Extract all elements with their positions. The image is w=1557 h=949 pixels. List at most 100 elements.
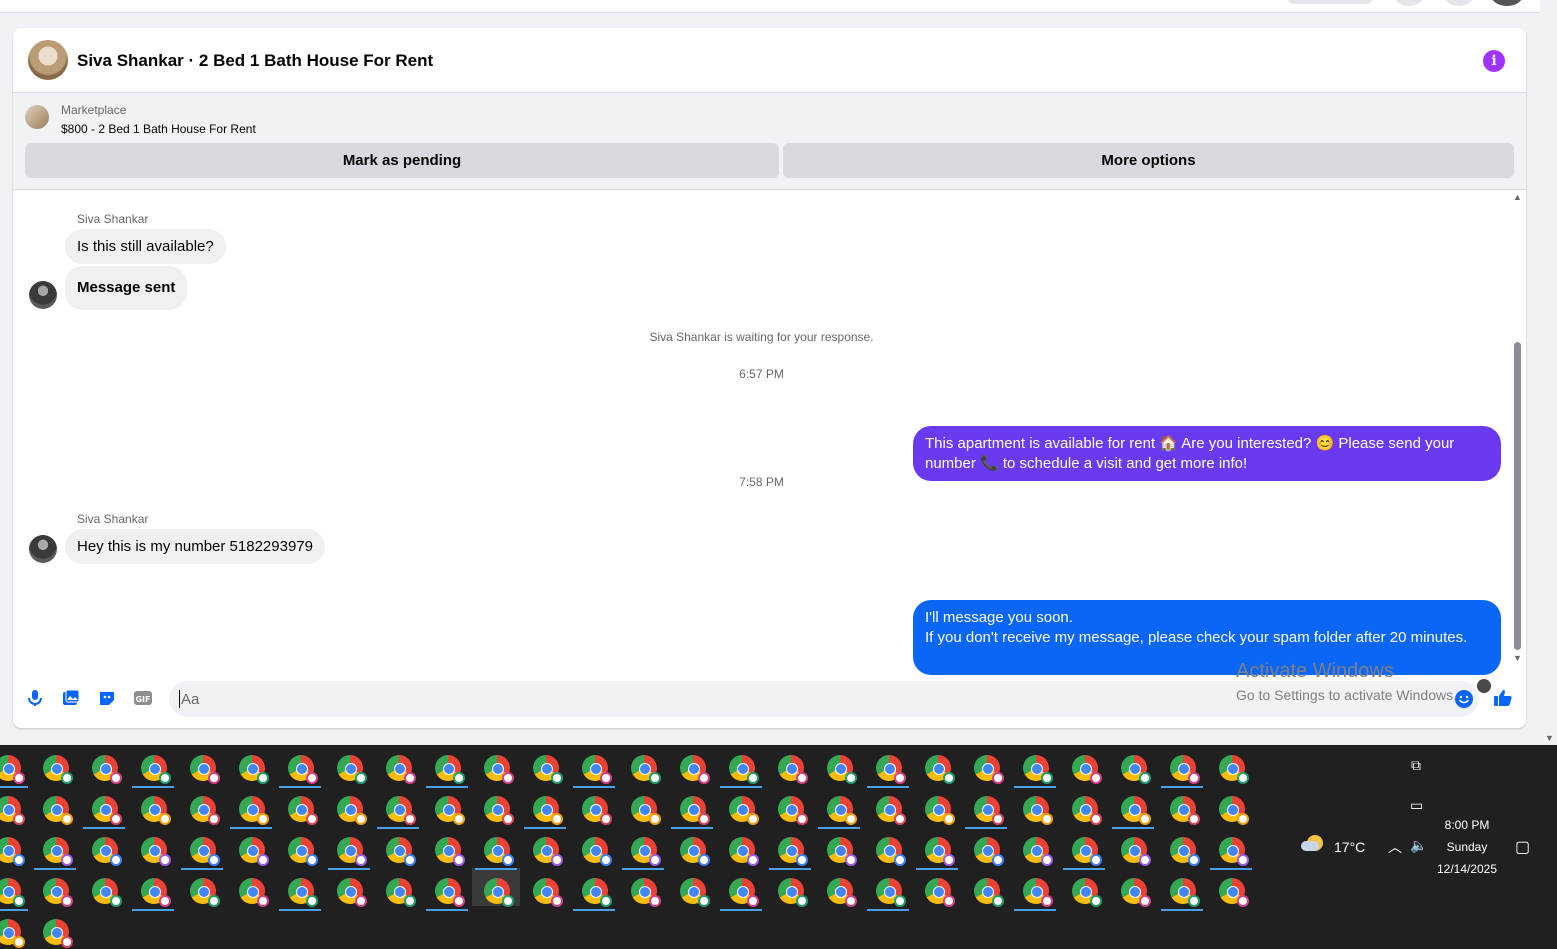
browser-profile-icon[interactable] [631,796,661,825]
scroll-down-arrow-icon[interactable]: ▼ [1545,733,1554,743]
scroll-up-arrow-icon[interactable]: ▲ [1513,192,1522,202]
browser-profile-icon[interactable] [729,755,759,784]
browser-profile-icon[interactable] [1219,878,1249,907]
browser-profile-icon[interactable] [974,837,1004,866]
browser-profile-icon[interactable] [680,837,710,866]
browser-profile-icon[interactable] [435,878,465,907]
nav-icon-stub[interactable] [1443,0,1475,6]
chat-title[interactable]: Siva Shankar · 2 Bed 1 Bath House For Re… [77,51,433,71]
browser-profile-icon[interactable] [141,837,171,866]
meet-now-icon[interactable]: ⧉ [1411,757,1421,774]
browser-profile-icon[interactable] [1023,796,1053,825]
clock-day[interactable]: Sunday [1432,840,1502,854]
browser-profile-icon[interactable] [778,796,808,825]
browser-profile-icon[interactable] [876,755,906,784]
browser-profile-icon[interactable] [778,878,808,907]
browser-profile-icon[interactable] [1121,796,1151,825]
browser-profile-icon[interactable] [1072,796,1102,825]
browser-profile-icon[interactable] [1219,755,1249,784]
browser-profile-icon[interactable] [92,755,122,784]
browser-profile-icon[interactable] [925,755,955,784]
browser-profile-icon[interactable] [0,755,25,784]
browser-profile-icon[interactable] [1170,878,1200,907]
browser-profile-icon[interactable] [43,919,73,948]
clock-time[interactable]: 8:00 PM [1432,818,1502,832]
browser-profile-icon[interactable] [582,878,612,907]
browser-profile-icon[interactable] [1170,837,1200,866]
browser-profile-icon[interactable] [1023,755,1053,784]
browser-profile-icon[interactable] [827,796,857,825]
weather-icon[interactable] [1301,835,1325,855]
browser-profile-icon[interactable] [484,878,514,907]
browser-profile-icon[interactable] [974,755,1004,784]
browser-profile-icon[interactable] [337,878,367,907]
browser-profile-icon[interactable] [729,878,759,907]
browser-profile-icon[interactable] [925,878,955,907]
browser-profile-icon[interactable] [386,755,416,784]
browser-profile-icon[interactable] [386,878,416,907]
browser-profile-icon[interactable] [974,878,1004,907]
browser-profile-icon[interactable] [778,837,808,866]
browser-profile-icon[interactable] [680,878,710,907]
browser-profile-icon[interactable] [337,837,367,866]
browser-profile-icon[interactable] [680,796,710,825]
browser-profile-icon[interactable] [778,755,808,784]
browser-profile-icon[interactable] [631,878,661,907]
browser-profile-icon[interactable] [1121,878,1151,907]
browser-profile-icon[interactable] [288,837,318,866]
browser-profile-icon[interactable] [533,755,563,784]
scrollbar-thumb[interactable] [1514,342,1521,650]
incoming-message[interactable]: Is this still available? [65,229,226,264]
browser-profile-icon[interactable] [680,755,710,784]
browser-profile-icon[interactable] [631,837,661,866]
browser-profile-icon[interactable] [876,796,906,825]
info-icon[interactable]: i [1483,50,1505,72]
network-icon[interactable]: ▭ [1410,797,1423,814]
browser-profile-icon[interactable] [1023,837,1053,866]
browser-profile-icon[interactable] [484,796,514,825]
browser-profile-icon[interactable] [43,837,73,866]
browser-profile-icon[interactable] [0,878,25,907]
browser-profile-icon[interactable] [386,796,416,825]
incoming-message[interactable]: Hey this is my number 5182293979 [65,529,325,564]
browser-profile-icon[interactable] [1072,837,1102,866]
browser-profile-icon[interactable] [484,755,514,784]
microphone-icon[interactable] [25,688,45,708]
browser-profile-icon[interactable] [827,837,857,866]
page-scrollbar[interactable]: ▼ [1541,0,1557,745]
browser-profile-icon[interactable] [190,755,220,784]
emoji-icon[interactable] [1454,689,1474,709]
more-options-button[interactable]: More options [783,143,1514,178]
browser-profile-icon[interactable] [43,755,73,784]
photo-icon[interactable] [61,688,81,708]
browser-profile-icon[interactable] [1219,837,1249,866]
clock-date[interactable]: 12/14/2025 [1432,862,1502,876]
browser-profile-icon[interactable] [190,837,220,866]
browser-profile-icon[interactable] [190,796,220,825]
listing-thumbnail[interactable] [25,105,49,129]
browser-profile-icon[interactable] [92,796,122,825]
browser-profile-icon[interactable] [533,878,563,907]
browser-profile-icon[interactable] [1170,755,1200,784]
browser-profile-icon[interactable] [1219,796,1249,825]
browser-profile-icon[interactable] [288,796,318,825]
browser-profile-icon[interactable] [337,755,367,784]
browser-profile-icon[interactable] [190,878,220,907]
browser-profile-icon[interactable] [1121,755,1151,784]
listing-avatar[interactable] [28,40,68,80]
browser-profile-icon[interactable] [582,796,612,825]
thumbs-up-icon[interactable] [1493,688,1513,708]
mark-as-pending-button[interactable]: Mark as pending [25,143,779,178]
browser-profile-icon[interactable] [0,796,25,825]
browser-profile-icon[interactable] [386,837,416,866]
nav-search-stub[interactable] [1285,0,1375,4]
nav-icon-stub[interactable] [1393,0,1425,6]
listing-name[interactable]: $800 - 2 Bed 1 Bath House For Rent [61,122,256,136]
browser-profile-icon[interactable] [1072,878,1102,907]
browser-profile-icon[interactable] [92,878,122,907]
browser-profile-icon[interactable] [631,755,661,784]
browser-profile-icon[interactable] [729,796,759,825]
browser-profile-icon[interactable] [729,837,759,866]
nav-avatar-stub[interactable] [1490,0,1524,6]
browser-profile-icon[interactable] [337,796,367,825]
